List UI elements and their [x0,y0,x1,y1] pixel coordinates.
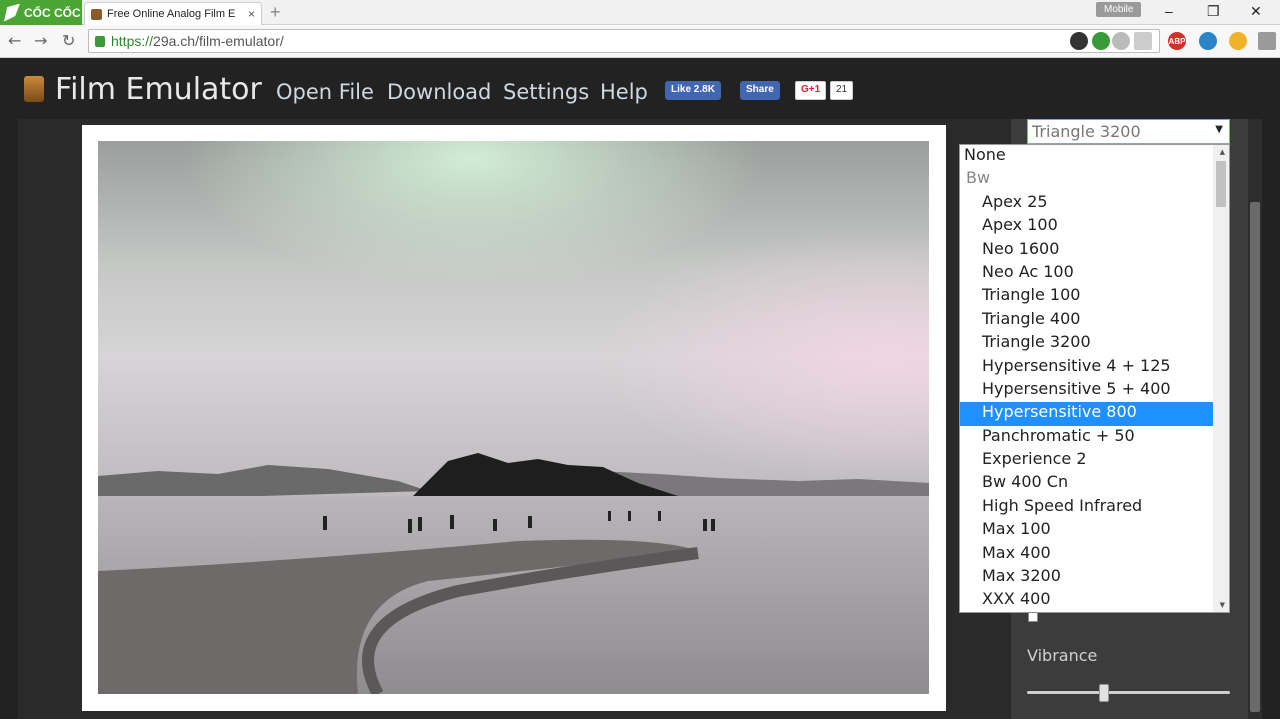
reload-icon[interactable]: ↻ [62,31,75,50]
dropdown-option[interactable]: Triangle 3200 [960,332,1229,355]
chevron-down-icon: ▼ [1215,124,1223,135]
new-tab-button[interactable]: + [270,2,281,23]
dropdown-option[interactable]: Triangle 400 [960,309,1229,332]
brand-label: CỐC CỐC [24,5,81,20]
film-can-icon [24,76,44,102]
leaf-icon [4,3,20,22]
page-scrollbar-thumb[interactable] [1250,202,1260,712]
minimize-button[interactable]: – [1165,3,1173,19]
film-select[interactable]: Triangle 3200 ▼ [1027,119,1230,144]
facebook-share-button[interactable]: Share [740,81,780,100]
translate-icon[interactable] [1092,32,1110,50]
option-checkbox[interactable] [1028,612,1038,622]
forward-arrow-icon[interactable]: → [34,31,47,50]
dropdown-option[interactable]: High Speed Infrared [960,496,1229,519]
url-path: 29a.ch/film-emulator/ [153,33,284,49]
emoji-icon[interactable] [1229,32,1247,50]
nav-settings[interactable]: Settings [503,80,589,104]
dropdown-option[interactable]: Apex 100 [960,215,1229,238]
scroll-up-icon[interactable]: ▲ [1220,148,1225,156]
site-title[interactable]: Film Emulator [55,72,262,107]
dropdown-option[interactable]: Triangle 100 [960,285,1229,308]
dropdown-option[interactable]: Neo Ac 100 [960,262,1229,285]
chat-icon[interactable] [1199,32,1217,50]
facebook-like-button[interactable]: Like 2.8K [665,81,721,100]
dropdown-scroll-thumb[interactable] [1216,161,1226,207]
dropdown-option[interactable]: Experience 2 [960,449,1229,472]
star-icon[interactable] [1112,32,1130,50]
back-arrow-icon[interactable]: ← [8,31,21,50]
browser-tab[interactable]: Free Online Analog Film E × [84,2,262,25]
vibrance-slider-thumb[interactable] [1099,684,1110,702]
vibrance-slider[interactable] [1027,691,1230,694]
mobile-toggle-button[interactable]: Mobile [1096,2,1142,17]
nav-help[interactable]: Help [600,80,648,104]
dropdown-option-highlighted[interactable]: Hypersensitive 800 [960,402,1213,426]
film-favicon-icon [91,8,102,20]
browser-tab-bar: CỐC CỐC Free Online Analog Film E × + Mo… [0,0,1280,25]
tab-close-icon[interactable]: × [248,7,255,21]
downloads-icon[interactable] [1258,32,1276,50]
film-select-value: Triangle 3200 [1032,122,1141,141]
google-plus-count: 21 [830,81,854,100]
download-arrow-icon[interactable] [1134,32,1152,50]
maximize-button[interactable]: ❐ [1207,3,1220,20]
dropdown-option[interactable]: Neo 1600 [960,239,1229,262]
dropdown-option[interactable]: Apex 25 [960,192,1229,215]
preview-image [98,141,929,694]
dropdown-option[interactable]: Max 100 [960,519,1229,542]
film-dropdown-list[interactable]: None Bw Apex 25 Apex 100 Neo 1600 Neo Ac… [959,144,1230,613]
dropdown-scrollbar[interactable]: ▲ ▼ [1213,145,1229,612]
nav-download[interactable]: Download [387,80,491,104]
close-window-button[interactable]: ✕ [1250,3,1262,20]
scroll-down-icon[interactable]: ▼ [1220,601,1225,609]
address-bar-row: ← → ↻ https:// 29a.ch/film-emulator/ [0,25,1280,58]
dropdown-option[interactable]: None [960,145,1229,168]
sync-icon[interactable] [1070,32,1088,50]
dropdown-option[interactable]: Max 3200 [960,566,1229,589]
lock-icon [95,35,105,47]
preview-photo-svg [98,141,929,694]
dropdown-option[interactable]: Bw 400 Cn [960,472,1229,495]
browser-brand-logo[interactable]: CỐC CỐC [0,0,82,25]
vibrance-label: Vibrance [1027,646,1098,665]
adblock-icon[interactable]: ABP [1168,32,1186,50]
dropdown-option[interactable]: Panchromatic + 50 [960,426,1229,449]
url-input[interactable]: https:// 29a.ch/film-emulator/ [88,29,1160,53]
dropdown-group-label: Bw [966,168,991,188]
dropdown-option[interactable]: XXX 400 [960,589,1229,612]
tab-title: Free Online Analog Film E [107,8,236,20]
dropdown-option[interactable]: Hypersensitive 5 + 400 [960,379,1229,402]
dropdown-option[interactable]: Hypersensitive 4 + 125 [960,356,1229,379]
google-plus-button[interactable]: G+1 [795,81,827,100]
site-header: Film Emulator Open File Download Setting… [0,59,1280,119]
dropdown-option[interactable]: Max 400 [960,543,1229,566]
nav-open-file[interactable]: Open File [276,80,374,104]
url-protocol: https:// [111,33,154,49]
